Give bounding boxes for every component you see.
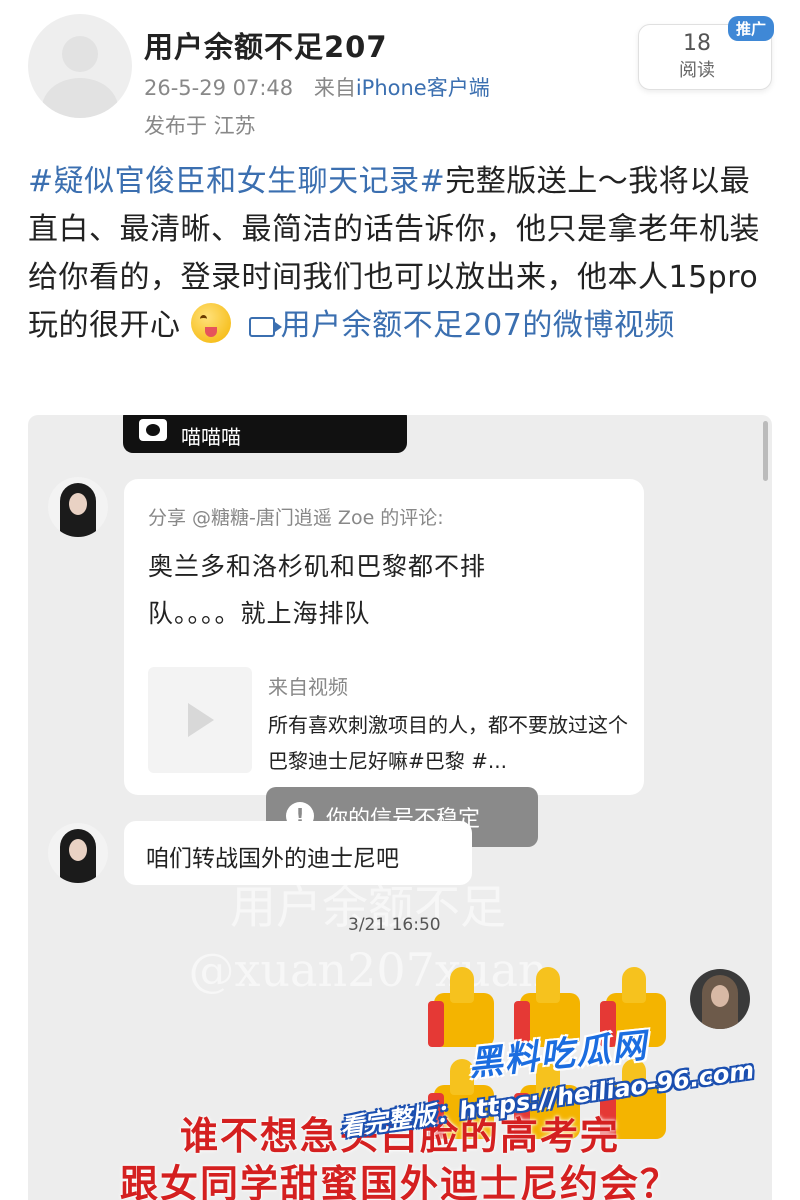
avatar-face [711, 985, 729, 1007]
shared-comment-card: 分享 @糖糖-唐门逍遥 Zoe 的评论: 奥兰多和洛杉矶和巴黎都不排队。。。。就… [124, 479, 644, 795]
caption-line2: 跟女同学甜蜜国外迪士尼约会？ [119, 1162, 680, 1200]
avatar-face [69, 493, 87, 515]
source-prefix: 来自 [313, 76, 356, 100]
attached-image[interactable]: 喵喵喵 分享 @糖糖-唐门逍遥 Zoe 的评论: 奥兰多和洛杉矶和巴黎都不排队。… [28, 415, 772, 1200]
share-quote: 奥兰多和洛杉矶和巴黎都不排队。。。。就上海排队 [148, 552, 487, 628]
promo-badge: 推广 [728, 16, 775, 41]
chat-avatar-boy [690, 969, 750, 1029]
username[interactable]: 用户余额不足207 [144, 24, 388, 66]
video-icon [248, 317, 282, 337]
post-timestamp: 26-5-29 07:48 [144, 76, 294, 100]
avatar-placeholder-head [62, 36, 98, 72]
post-meta: 26-5-29 07:48 来自iPhone客户端 [144, 72, 490, 102]
post-body: #疑似官俊臣和女生聊天记录#完整版送上～我将以最直白、最清晰、最简洁的话告诉你，… [28, 158, 776, 350]
post-location: 发布于 江苏 [144, 114, 256, 138]
grinning-tongue-emoji [190, 303, 231, 343]
topic-hashtag[interactable]: #疑似官俊臣和女生聊天记录# [28, 164, 445, 199]
play-icon [188, 703, 214, 737]
scrollbar [763, 421, 768, 481]
video-link[interactable]: 用户余额不足207的微博视频 [281, 308, 675, 343]
post-source: 来自iPhone客户端 [314, 76, 490, 100]
avatar-face [69, 839, 87, 861]
cat-icon [139, 419, 167, 441]
top-bar-name: 喵喵喵 [181, 425, 241, 449]
avatar-placeholder-body [42, 78, 118, 118]
video-description: 所有喜欢刺激项目的人，都不要放过这个巴黎迪士尼好嘛#巴黎 #... [268, 713, 628, 773]
video-thumbnail [148, 667, 252, 773]
chat-avatar-girl [48, 823, 108, 883]
chat-time-label: 3/21 16:50 [348, 915, 441, 935]
chat-avatar-girl [48, 477, 108, 537]
user-avatar[interactable] [28, 14, 132, 118]
share-title: 分享 @糖糖-唐门逍遥 Zoe 的评论: [148, 507, 444, 529]
source-client: iPhone客户端 [355, 76, 490, 100]
chat-top-bar: 喵喵喵 [123, 415, 407, 453]
read-label: 阅读 [679, 60, 715, 81]
video-from-label: 来自视频 [268, 675, 348, 699]
